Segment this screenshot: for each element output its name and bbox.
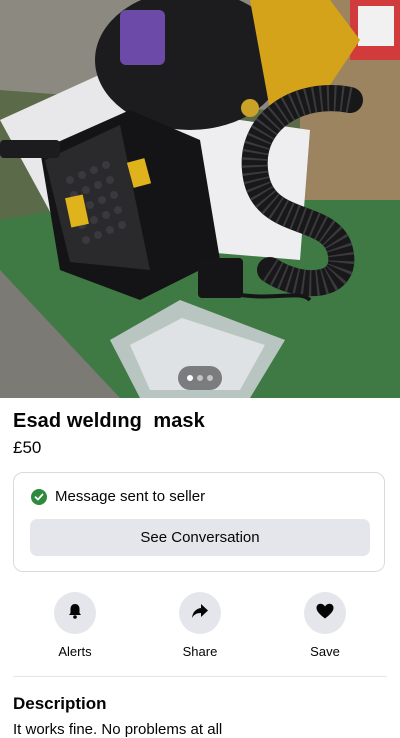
carousel-dot: [197, 375, 203, 381]
message-sent-card: Message sent to seller See Conversation: [13, 472, 385, 572]
save-button[interactable]: Save: [285, 592, 365, 659]
heart-icon: [315, 602, 335, 625]
description-heading: Description: [13, 694, 107, 713]
message-status: Message sent to seller: [31, 488, 205, 505]
share-button[interactable]: Share: [160, 592, 240, 659]
description-text: It works fine. No problems at all: [13, 721, 223, 738]
save-label: Save: [310, 644, 340, 659]
carousel-indicator[interactable]: [178, 366, 222, 390]
alerts-icon-circle: [54, 592, 96, 634]
listing-photo[interactable]: [0, 0, 400, 398]
carousel-dot: [207, 375, 213, 381]
listing-title: Esad weldıng mask: [13, 410, 205, 432]
action-bar: Alerts Share Save: [0, 592, 400, 662]
check-circle-icon: [31, 488, 47, 505]
alerts-button[interactable]: Alerts: [35, 592, 115, 659]
share-label: Share: [182, 644, 218, 659]
listing-price: £50: [13, 438, 42, 457]
save-icon-circle: [304, 592, 346, 634]
share-icon-circle: [179, 592, 221, 634]
alerts-label: Alerts: [58, 644, 92, 659]
photo-illustration: [0, 0, 400, 398]
see-conversation-button[interactable]: See Conversation: [30, 519, 370, 556]
message-status-text: Message sent to seller: [55, 488, 206, 505]
bell-icon: [66, 602, 84, 625]
section-divider: [13, 676, 387, 677]
carousel-dot: [187, 375, 193, 381]
share-arrow-icon: [190, 602, 210, 625]
